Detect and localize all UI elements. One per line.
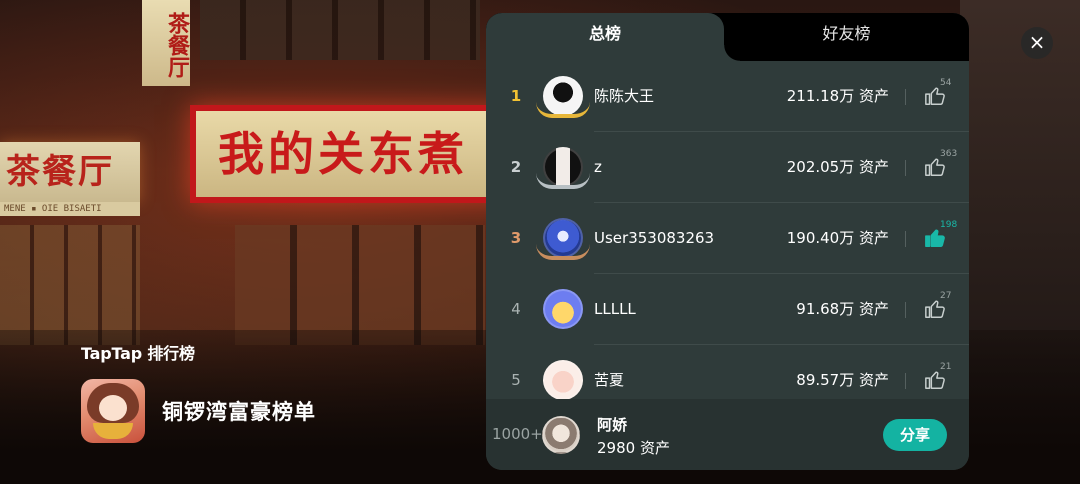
leaderboard-row[interactable]: 4 LLLLL 91.68万 资产 27 <box>486 274 969 345</box>
avatar[interactable] <box>543 289 583 329</box>
like-count: 54 <box>940 78 952 88</box>
taptap-brand: TapTap 排行榜 <box>81 344 195 363</box>
divider <box>905 373 906 389</box>
rank-number: 2 <box>510 158 522 176</box>
rank-number: 5 <box>511 371 521 389</box>
leaderboard-row[interactable]: 3 User353083263 190.40万 资产 198 <box>486 203 969 274</box>
thumbs-up-icon[interactable] <box>924 369 946 391</box>
divider <box>905 160 906 176</box>
my-assets: 2980 资产 <box>597 439 670 457</box>
divider <box>905 89 906 105</box>
leaderboard-list[interactable]: 1 陈陈大王 211.18万 资产 54 2 z 202.05万 资产 363 3 User353… <box>486 61 969 399</box>
game-icon[interactable] <box>81 379 145 443</box>
tab-overall[interactable]: 总榜 <box>486 13 740 61</box>
tab-bar: 总榜 好友榜 <box>486 13 969 61</box>
player-assets: 190.40万 资产 <box>786 229 889 247</box>
thumbs-up-icon[interactable] <box>924 227 946 249</box>
game-icon-face <box>99 395 127 421</box>
leaderboard-row[interactable]: 2 z 202.05万 资产 363 <box>486 132 969 203</box>
background-main-sign: 我的关东煮 <box>190 105 530 203</box>
leaderboard-row[interactable]: 1 陈陈大王 211.18万 资产 54 <box>486 61 969 132</box>
leaderboard-row[interactable]: 5 苦夏 89.57万 资产 21 <box>486 345 969 399</box>
background-vertical-sign: 茶餐厅 <box>142 0 190 86</box>
player-assets: 91.68万 资产 <box>796 300 889 318</box>
rank-number: 4 <box>511 300 521 318</box>
player-name: z <box>594 158 602 176</box>
thumbs-up-icon[interactable] <box>924 298 946 320</box>
my-rank-row: 1000+ 阿娇 2980 资产 分享 <box>486 399 969 470</box>
avatar[interactable] <box>543 360 583 399</box>
background-shopfront-left <box>0 225 140 345</box>
tab-friends[interactable]: 好友榜 <box>724 13 969 61</box>
background-left-sign: 茶餐厅 <box>0 142 140 202</box>
player-assets: 202.05万 资产 <box>786 158 889 176</box>
share-button[interactable]: 分享 <box>883 419 947 451</box>
background-shopfront <box>235 225 485 345</box>
my-rank: 1000+ <box>492 425 543 443</box>
rank-number: 1 <box>510 87 522 105</box>
like-count: 27 <box>940 291 952 301</box>
like-count: 363 <box>940 149 958 159</box>
close-icon[interactable]: × <box>1021 27 1053 59</box>
thumbs-up-icon[interactable] <box>924 85 946 107</box>
background-left-sign-sub: MENE ▪ OIE BISAETI <box>0 202 140 216</box>
my-name: 阿娇 <box>597 416 628 434</box>
divider <box>905 302 906 318</box>
player-assets: 211.18万 资产 <box>786 87 889 105</box>
rank-number: 3 <box>510 229 522 247</box>
leaderboard-panel: 总榜 好友榜 1 陈陈大王 211.18万 资产 54 2 z 202.05万 资产 363 3… <box>486 13 969 470</box>
player-name: 陈陈大王 <box>594 87 655 105</box>
player-name: User353083263 <box>594 229 715 247</box>
game-icon-bowl <box>93 423 133 439</box>
my-avatar <box>542 416 580 454</box>
thumbs-up-icon[interactable] <box>924 156 946 178</box>
like-count: 21 <box>940 362 952 372</box>
like-count: 198 <box>940 220 958 230</box>
player-name: 苦夏 <box>594 371 625 389</box>
game-title: 铜锣湾富豪榜单 <box>162 400 316 424</box>
laurel-badge-icon <box>536 102 590 118</box>
player-name: LLLLL <box>594 300 636 318</box>
divider <box>905 231 906 247</box>
player-assets: 89.57万 资产 <box>796 371 889 389</box>
laurel-badge-icon <box>536 244 590 260</box>
laurel-badge-icon <box>536 173 590 189</box>
background-windows <box>200 0 480 60</box>
